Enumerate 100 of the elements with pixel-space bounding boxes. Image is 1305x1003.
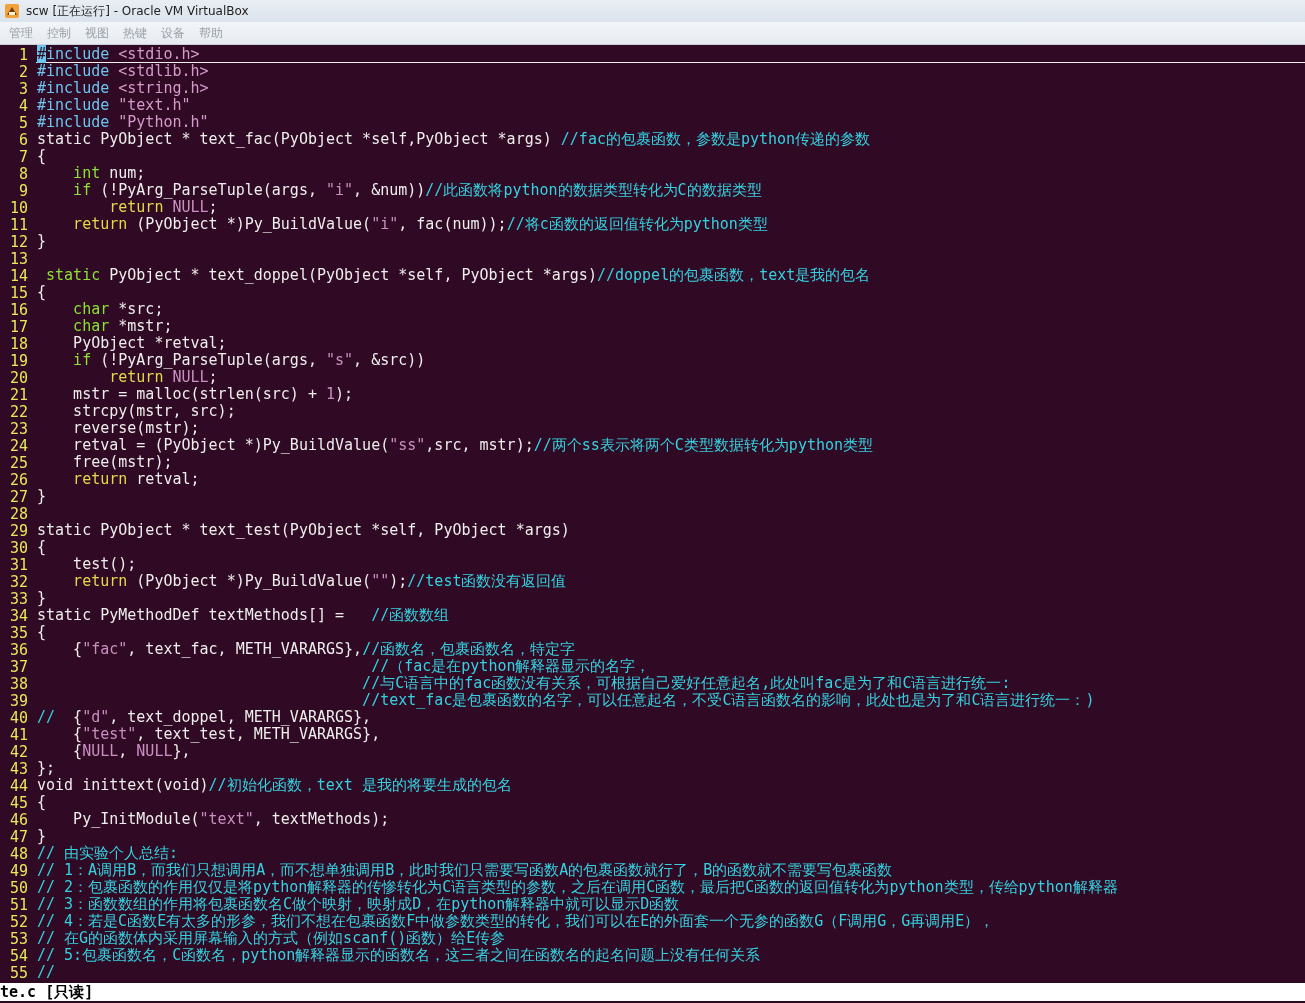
code-line: strcpy(mstr, src); — [72, 403, 237, 420]
line-number: 49 — [8, 861, 29, 880]
app-icon — [4, 3, 20, 19]
line-number: 14 — [8, 266, 29, 285]
code-line: static PyObject * text_doppel(PyObject *self, PyObject *args)//doppel的包裹函数，text是我的包名 — [45, 267, 872, 284]
line-number: 36 — [8, 640, 29, 659]
code-line: }; — [36, 760, 57, 777]
code-line: { — [36, 794, 48, 811]
code-line: //（fac是在python解释器显示的名字， — [370, 658, 652, 675]
code-line: // {"d", text_doppel, METH_VARARGS}, — [36, 709, 372, 726]
code-line: char *mstr; — [72, 318, 174, 335]
line-number: 32 — [8, 572, 29, 591]
code-line: return NULL; — [109, 369, 218, 386]
code-line: // 1：A调用B，而我们只想调用A，而不想单独调用B，此时我们只需要写函数A的包裹函数就行了，B的函数就不需要写包裹函数 — [36, 862, 894, 879]
line-number: 15 — [8, 283, 29, 302]
code-line: retval = (PyObject *)Py_BuildValue("ss",src, mstr);//两个ss表示将两个C类型数据转化为python类型 — [72, 437, 875, 454]
code-line: //与C语言中的fac函数没有关系，可根据自己爱好任意起名,此处叫fac是为了和C语言进行统一: — [361, 675, 1012, 692]
line-number: 2 — [17, 62, 29, 81]
line-number: 51 — [8, 895, 29, 914]
line-number: 44 — [8, 776, 29, 795]
code-line: #include <stdio.h> — [36, 46, 1305, 63]
line-number: 55 — [8, 963, 29, 982]
code-line: } — [36, 590, 48, 607]
line-number: 41 — [8, 725, 29, 744]
code-line: } — [36, 488, 48, 505]
line-number: 28 — [8, 504, 29, 523]
line-number: 39 — [8, 691, 29, 710]
code-line: } — [36, 233, 48, 250]
code-line: //text_fac是包裹函数的名字，可以任意起名，不受C语言函数名的影响，此处也是为了和C语言进行统一：) — [361, 692, 1096, 709]
code-line: int num; — [72, 165, 147, 182]
code-line: } — [36, 828, 48, 845]
code-line: if (!PyArg_ParseTuple(args, "s", &src)) — [72, 352, 427, 369]
line-number: 20 — [8, 368, 29, 387]
code-line: return (PyObject *)Py_BuildValue("i", fac(num));//将c函数的返回值转化为python类型 — [72, 216, 769, 233]
code-line: // 5:包裹函数名，C函数名，python解释器显示的函数名，这三者之间在函数名的起名问题上没有任何关系 — [36, 947, 762, 964]
line-number: 50 — [8, 878, 29, 897]
line-number: 47 — [8, 827, 29, 846]
code-line: { — [36, 284, 48, 301]
code-line: void inittext(void)//初始化函数，text 是我的将要生成的包名 — [36, 777, 513, 794]
code-line: // 4：若是C函数E有太多的形参，我们不想在包裹函数F中做参数类型的转化，我们可以在E的外面套一个无参的函数G（F调用G，G再调用E）， — [36, 913, 996, 930]
line-number: 26 — [8, 470, 29, 489]
line-number: 24 — [8, 436, 29, 455]
line-number: 30 — [8, 538, 29, 557]
line-number: 13 — [8, 249, 29, 268]
line-number: 8 — [17, 164, 29, 183]
code-line: if (!PyArg_ParseTuple(args, "i", &num))//此函数将python的数据类型转化为C的数据类型 — [72, 182, 763, 199]
code-line: // 由实验个人总结: — [36, 845, 180, 862]
line-number: 43 — [8, 759, 29, 778]
code-line: {NULL, NULL}, — [72, 743, 191, 760]
line-number: 21 — [8, 385, 29, 404]
line-number: 48 — [8, 844, 29, 863]
line-number: 22 — [8, 402, 29, 421]
code-line: { — [36, 539, 48, 556]
line-number: 23 — [8, 419, 29, 438]
line-number: 7 — [17, 147, 29, 166]
line-number: 25 — [8, 453, 29, 472]
code-line: static PyMethodDef textMethods[] = //函数数组 — [36, 607, 451, 624]
line-number: 54 — [8, 946, 29, 965]
line-number: 52 — [8, 912, 29, 931]
line-number: 10 — [8, 198, 29, 217]
code-line: { — [36, 624, 48, 641]
line-number: 31 — [8, 555, 29, 574]
code-line: return NULL; — [109, 199, 218, 216]
line-number: 42 — [8, 742, 29, 761]
code-line: mstr = malloc(strlen(src) + 1); — [72, 386, 355, 403]
code-line: // — [36, 964, 57, 981]
line-number: 5 — [17, 113, 29, 132]
code-line: // 2：包裹函数的作用仅仅是将python解释器的传惨转化为C语言类型的参数，之后在调用C函数，最后把C函数的返回值转化为python类型，传给python解释器 — [36, 879, 1119, 896]
line-number: 35 — [8, 623, 29, 642]
line-number: 37 — [8, 657, 29, 676]
code-line: #include <string.h> — [36, 80, 210, 97]
window-title: scw [正在运行] - Oracle VM VirtualBox — [26, 2, 249, 20]
code-line: // 在G的函数体内采用屏幕输入的方式（例如scanf()函数）给E传参 — [36, 930, 507, 947]
line-number: 40 — [8, 708, 29, 727]
line-number: 17 — [8, 317, 29, 336]
code-line: reverse(mstr); — [72, 420, 201, 437]
code-line: PyObject *retval; — [72, 335, 228, 352]
code-line: #include "Python.h" — [36, 114, 210, 131]
line-number: 27 — [8, 487, 29, 506]
line-number: 16 — [8, 300, 29, 319]
line-number: 34 — [8, 606, 29, 625]
line-number: 38 — [8, 674, 29, 693]
code-line: free(mstr); — [72, 454, 174, 471]
line-number: 45 — [8, 793, 29, 812]
line-number: 46 — [8, 810, 29, 829]
line-number: 53 — [8, 929, 29, 948]
code-line: #include "text.h" — [36, 97, 192, 114]
code-line: { — [36, 148, 48, 165]
line-number: 9 — [17, 181, 29, 200]
line-number: 29 — [8, 521, 29, 540]
line-number: 1 — [17, 45, 29, 64]
code-line: return retval; — [72, 471, 201, 488]
line-number: 12 — [8, 232, 29, 251]
code-line: {"test", text_test, METH_VARARGS}, — [72, 726, 382, 743]
code-line: char *src; — [72, 301, 165, 318]
line-number: 11 — [8, 215, 29, 234]
code-line: static PyObject * text_test(PyObject *self, PyObject *args) — [36, 522, 571, 539]
line-number: 6 — [17, 130, 29, 149]
code-line: // 3：函数数组的作用将包裹函数名C做个映射，映射成D，在python解释器中就可以显示D函数 — [36, 896, 681, 913]
code-line: test(); — [72, 556, 138, 573]
